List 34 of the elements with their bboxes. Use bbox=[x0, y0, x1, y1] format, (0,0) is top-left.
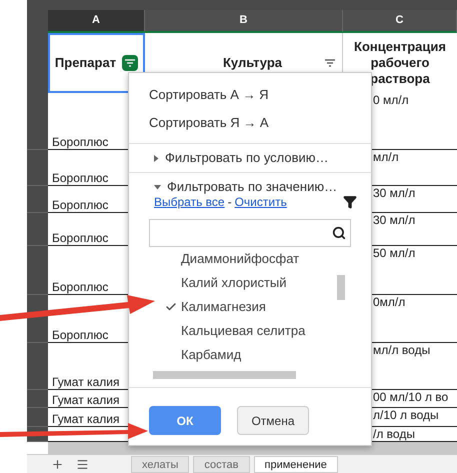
caret-right-icon bbox=[154, 154, 159, 162]
row-header bbox=[27, 408, 48, 427]
sheet-tab[interactable]: состав bbox=[193, 456, 250, 473]
column-header[interactable]: C bbox=[343, 10, 457, 33]
search-field[interactable] bbox=[149, 219, 351, 247]
value-item[interactable]: Кальциевая селитра bbox=[163, 319, 337, 343]
value-item[interactable]: Калимагнезия bbox=[163, 295, 337, 319]
sheet-tab[interactable]: применение bbox=[254, 456, 338, 473]
check-icon bbox=[165, 301, 177, 313]
value-label: Карбамид bbox=[181, 346, 242, 364]
column-title: Культура bbox=[222, 54, 282, 72]
scrollbar-thumb[interactable] bbox=[337, 275, 345, 300]
value-label: Калимагнезия bbox=[181, 298, 266, 316]
list-scrollbar[interactable] bbox=[153, 371, 296, 379]
filter-icon[interactable] bbox=[343, 195, 357, 209]
menu-item[interactable]: Фильтровать по условию… bbox=[129, 144, 371, 172]
value-label: Кальциевая селитра bbox=[181, 322, 306, 340]
column-header[interactable]: A bbox=[48, 10, 145, 33]
menu-icon[interactable] bbox=[76, 458, 89, 471]
sheet-tab[interactable]: хелаты bbox=[131, 456, 190, 473]
value-label: Диаммонийфосфат bbox=[181, 250, 300, 268]
column-title: Препарат bbox=[54, 54, 116, 72]
value-item[interactable]: Калий хлористый bbox=[163, 271, 337, 295]
search-icon bbox=[332, 226, 346, 240]
cancel-button[interactable]: Отмена bbox=[237, 406, 309, 435]
separator-text: - bbox=[228, 194, 232, 211]
value-item[interactable]: Карбамид bbox=[163, 343, 337, 367]
value-item[interactable]: Диаммонийфосфат bbox=[163, 247, 337, 271]
column-header[interactable]: B bbox=[145, 10, 343, 33]
add-sheet-icon[interactable] bbox=[51, 458, 64, 471]
row-header bbox=[27, 186, 48, 213]
value-label: Калий хлористый bbox=[181, 274, 287, 292]
caret-down-icon bbox=[154, 184, 161, 190]
menu-label: Фильтровать по условию… bbox=[165, 149, 329, 168]
